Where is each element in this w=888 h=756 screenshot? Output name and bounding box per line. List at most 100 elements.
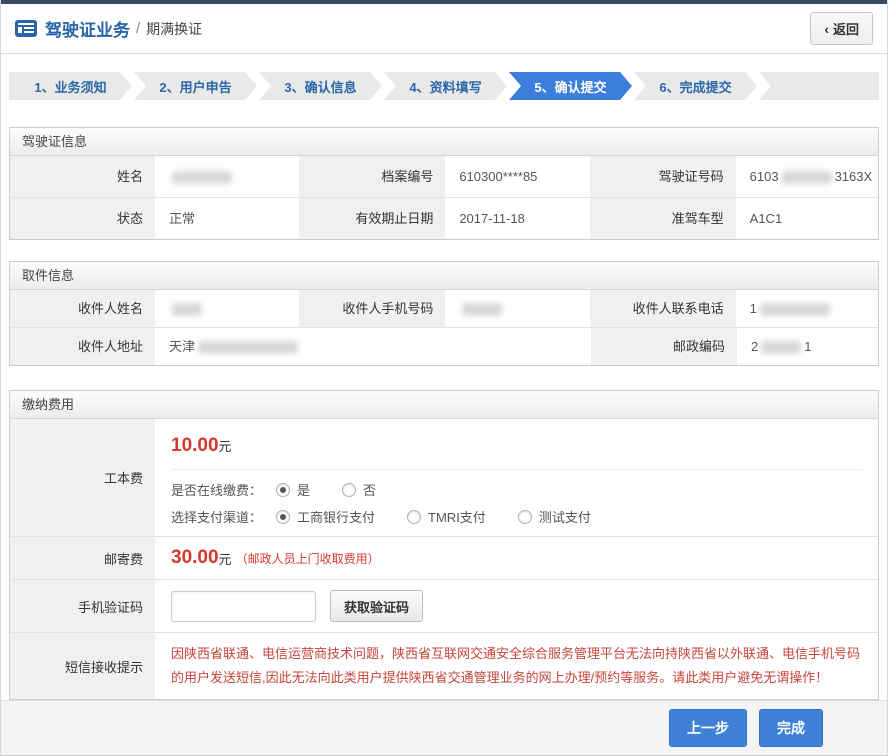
postal-code-value: 21 — [737, 328, 878, 365]
section-title-payment: 缴纳费用 — [10, 391, 878, 419]
section-pickup-info: 取件信息 收件人姓名 收件人手机号码 收件人联系电话 1 收件人地址 天津 邮政… — [9, 261, 879, 366]
step-label: 4、资料填写 — [409, 77, 481, 96]
section-payment: 缴纳费用 工本费 10.00元 是否在线缴费： 是 否 — [9, 390, 879, 700]
status-label: 状态 — [10, 198, 155, 239]
sms-tip-row: 短信接收提示 因陕西省联通、电信运营商技术问题，陕西省互联网交通安全综合服务管理… — [10, 632, 878, 699]
file-no-value: 610300****85 — [445, 156, 587, 197]
name-label: 姓名 — [10, 156, 155, 197]
radio-selected-icon[interactable] — [276, 483, 290, 497]
redacted-value — [782, 171, 832, 184]
breadcrumb-separator: / — [136, 20, 140, 37]
step-label: 1、业务须知 — [34, 77, 106, 96]
page: 驾驶证业务 / 期满换证 ‹ 返回 1、业务须知 2、用户申告 3、确认信息 4… — [0, 0, 888, 756]
radio-online-pay-no[interactable]: 否 — [342, 480, 376, 499]
postal-code-suffix: 1 — [804, 339, 811, 354]
step-nav-tail — [759, 72, 879, 100]
recipient-address-prefix: 天津 — [169, 339, 195, 354]
step-3-confirm-info[interactable]: 3、确认信息 — [259, 72, 382, 100]
step-4-fill-data[interactable]: 4、资料填写 — [384, 72, 507, 100]
radio-channel-test[interactable]: 测试支付 — [518, 507, 591, 526]
section-title-license-info: 驾驶证信息 — [10, 128, 878, 156]
online-pay-radio-group: 是否在线缴费： 是 否 — [171, 480, 862, 499]
step-5-confirm-submit[interactable]: 5、确认提交 — [509, 72, 632, 100]
recipient-phone-value: 1 — [736, 290, 878, 327]
vehicle-class-label: 准驾车型 — [588, 198, 736, 239]
back-button-label: 返回 — [833, 19, 859, 38]
work-fee-content: 10.00元 是否在线缴费： 是 否 选择支付渠道： — [155, 419, 878, 536]
section-license-info: 驾驶证信息 姓名 档案编号 610300****85 驾驶证号码 6103316… — [9, 127, 879, 240]
sms-tip-label: 短信接收提示 — [10, 633, 155, 699]
radio-option-label: 工商银行支付 — [297, 507, 375, 526]
breadcrumb-current: 期满换证 — [146, 19, 202, 39]
back-button[interactable]: ‹ 返回 — [810, 12, 873, 45]
recipient-phone-prefix: 1 — [750, 301, 757, 316]
step-label: 2、用户申告 — [159, 77, 231, 96]
postal-code-label: 邮政编码 — [589, 328, 737, 365]
work-fee-amount-line: 10.00元 — [171, 429, 862, 470]
status-value: 正常 — [155, 198, 297, 239]
radio-online-pay-yes[interactable]: 是 — [276, 480, 310, 499]
radio-option-label: 测试支付 — [539, 507, 591, 526]
radio-unselected-icon[interactable] — [407, 510, 421, 524]
page-header: 驾驶证业务 / 期满换证 ‹ 返回 — [1, 4, 887, 54]
radio-unselected-icon[interactable] — [342, 483, 356, 497]
license-no-suffix: 3163X — [835, 169, 873, 184]
expiry-label: 有效期止日期 — [297, 198, 445, 239]
mail-fee-note: （邮政人员上门收取费用） — [236, 550, 380, 567]
sms-code-input[interactable] — [171, 591, 316, 622]
recipient-name-value — [155, 290, 297, 327]
work-fee-amount: 10.00 — [171, 435, 219, 456]
section-title-pickup-info: 取件信息 — [10, 262, 878, 290]
recipient-phone-label: 收件人联系电话 — [588, 290, 736, 327]
postal-code-prefix: 2 — [751, 339, 758, 354]
step-nav: 1、业务须知 2、用户申告 3、确认信息 4、资料填写 5、确认提交 6、完成提… — [9, 72, 879, 100]
redacted-value — [172, 171, 232, 184]
pay-channel-radio-group: 选择支付渠道： 工商银行支付 TMRI支付 测试支付 — [171, 507, 862, 526]
get-code-button[interactable]: 获取验证码 — [330, 590, 423, 622]
file-no-label: 档案编号 — [297, 156, 445, 197]
recipient-address-value: 天津 — [155, 328, 589, 365]
mail-fee-amount: 30.00 — [171, 547, 219, 569]
radio-option-label: 是 — [297, 480, 310, 499]
radio-channel-icbc[interactable]: 工商银行支付 — [276, 507, 375, 526]
step-6-complete-submit[interactable]: 6、完成提交 — [634, 72, 757, 100]
work-fee-row: 工本费 10.00元 是否在线缴费： 是 否 选 — [10, 419, 878, 536]
online-pay-label: 是否在线缴费： — [171, 480, 262, 499]
table-row: 收件人姓名 收件人手机号码 收件人联系电话 1 — [10, 290, 878, 327]
mail-fee-content: 30.00元 （邮政人员上门收取费用） — [155, 537, 878, 579]
sms-code-content: 获取验证码 — [155, 580, 878, 632]
license-no-label: 驾驶证号码 — [588, 156, 736, 197]
expiry-value: 2017-11-18 — [445, 198, 587, 239]
mail-fee-row: 邮寄费 30.00元 （邮政人员上门收取费用） — [10, 536, 878, 579]
license-no-value: 61033163X — [736, 156, 878, 197]
mail-fee-unit: 元 — [219, 549, 232, 568]
radio-channel-tmri[interactable]: TMRI支付 — [407, 507, 486, 526]
radio-unselected-icon[interactable] — [518, 510, 532, 524]
step-1-business-notice[interactable]: 1、业务须知 — [9, 72, 132, 100]
finish-button[interactable]: 完成 — [759, 709, 823, 747]
vehicle-class-value: A1C1 — [736, 198, 878, 239]
mail-fee-label: 邮寄费 — [10, 537, 155, 579]
step-label: 3、确认信息 — [284, 77, 356, 96]
sms-code-label: 手机验证码 — [10, 580, 155, 632]
table-row: 收件人地址 天津 邮政编码 21 — [10, 327, 878, 365]
redacted-value — [462, 303, 502, 316]
recipient-name-label: 收件人姓名 — [10, 290, 155, 327]
recipient-mobile-label: 收件人手机号码 — [297, 290, 445, 327]
radio-option-label: 否 — [363, 480, 376, 499]
recipient-address-label: 收件人地址 — [10, 328, 155, 365]
previous-step-button[interactable]: 上一步 — [669, 709, 747, 747]
sms-tip-text: 因陕西省联通、电信运营商技术问题，陕西省互联网交通安全综合服务管理平台无法向持陕… — [155, 633, 878, 699]
pay-channel-label: 选择支付渠道： — [171, 507, 262, 526]
chevron-left-icon: ‹ — [824, 22, 829, 36]
redacted-value — [760, 303, 830, 316]
recipient-mobile-value — [445, 290, 587, 327]
page-title: 驾驶证业务 — [45, 16, 130, 41]
step-label: 6、完成提交 — [659, 77, 731, 96]
table-row: 状态 正常 有效期止日期 2017-11-18 准驾车型 A1C1 — [10, 197, 878, 239]
work-fee-unit: 元 — [219, 439, 232, 454]
redacted-value — [761, 341, 801, 354]
step-2-user-declaration[interactable]: 2、用户申告 — [134, 72, 257, 100]
radio-selected-icon[interactable] — [276, 510, 290, 524]
license-form-icon — [15, 20, 37, 37]
